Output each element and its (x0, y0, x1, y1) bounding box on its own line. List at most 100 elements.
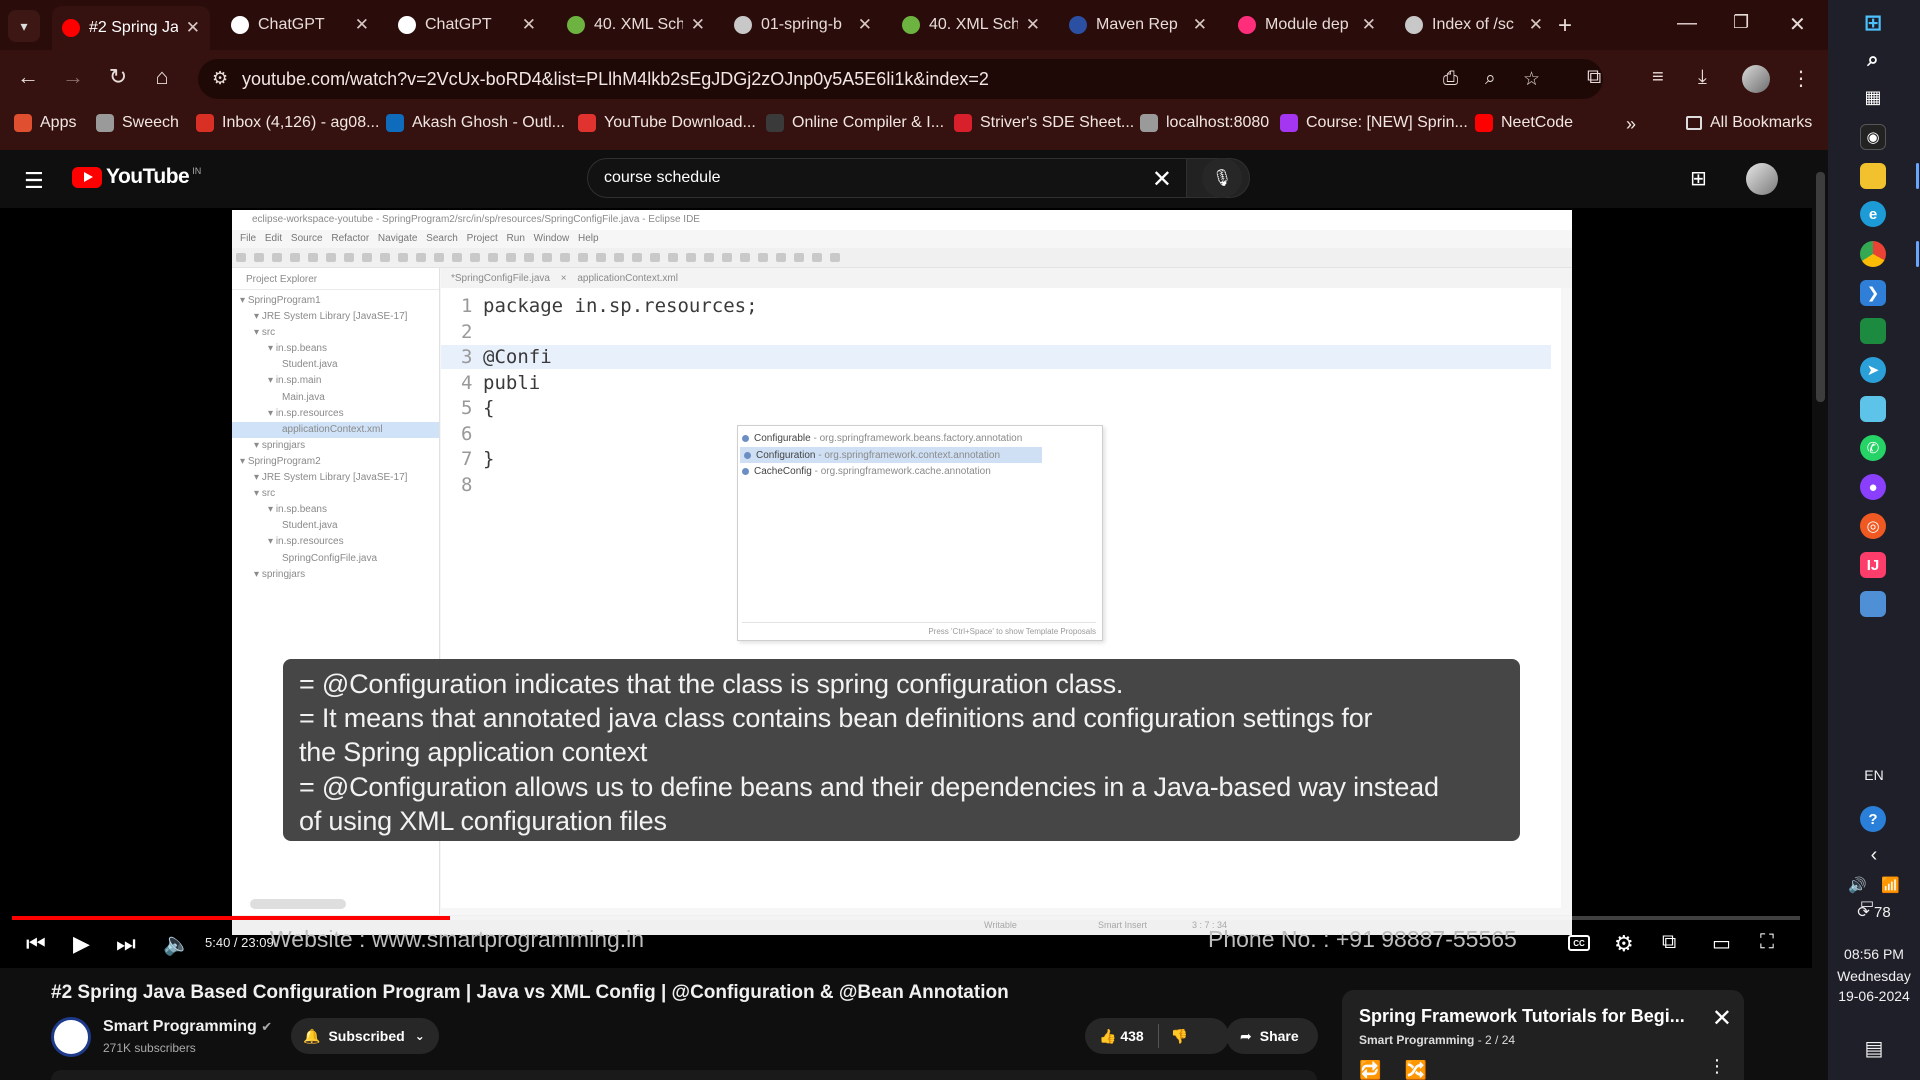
channel-avatar[interactable] (51, 1017, 91, 1057)
chevron-left-icon[interactable]: ‹ (1828, 844, 1920, 867)
close-window-button[interactable]: ✕ (1789, 12, 1806, 37)
bookmark-item[interactable]: Apps (14, 114, 76, 132)
shuffle-icon[interactable]: 🔀 (1404, 1060, 1426, 1080)
voice-search-button[interactable]: 🎙 (1202, 158, 1242, 198)
minimize-button[interactable]: — (1677, 12, 1697, 35)
media-control-icon[interactable]: ≡ (1652, 66, 1664, 89)
close-playlist-icon[interactable]: ✕ (1712, 1004, 1732, 1033)
install-app-icon[interactable]: ⎙ (1443, 68, 1458, 90)
github-icon[interactable]: ● (1860, 474, 1886, 500)
browser-tab[interactable]: #2 Spring Ja ✕ (52, 6, 210, 50)
browser-tab[interactable]: ChatGPT ✕ (221, 6, 379, 44)
windows-start-icon[interactable]: ⊞ (1860, 10, 1886, 36)
whatsapp-icon[interactable]: ✆ (1860, 435, 1886, 461)
profile-avatar[interactable] (1742, 65, 1770, 93)
bookmark-item[interactable]: Sweech (96, 114, 179, 132)
home-icon[interactable]: ⌂ (147, 64, 177, 90)
reload-button[interactable]: ↻ (103, 64, 133, 90)
play-icon[interactable]: ▶ (73, 931, 90, 957)
browser-tab[interactable]: ChatGPT ✕ (388, 6, 546, 44)
clock-time[interactable]: 08:56 PM (1828, 946, 1920, 962)
all-bookmarks-button[interactable]: All Bookmarks (1686, 114, 1812, 132)
vscode-icon[interactable]: ❯ (1860, 280, 1886, 306)
zoom-icon[interactable]: ⌕ (1485, 68, 1496, 90)
forward-button[interactable]: → (58, 64, 88, 90)
notification-center-icon[interactable]: ▤ (1828, 1036, 1920, 1061)
scrollbar-thumb[interactable] (1816, 172, 1825, 402)
subscribed-button[interactable]: 🔔 Subscribed ⌄ (291, 1018, 439, 1054)
subtitles-icon[interactable]: CC (1568, 935, 1590, 951)
more-bookmarks-icon[interactable]: » (1626, 114, 1636, 135)
share-button[interactable]: ➦ Share (1226, 1018, 1318, 1054)
like-button[interactable]: 👍 438 (1085, 1028, 1144, 1045)
app-icon[interactable]: ◎ (1860, 513, 1886, 539)
help-icon[interactable]: ? (1860, 806, 1886, 832)
task-view-icon[interactable]: ▦ (1860, 84, 1886, 110)
file-explorer-icon[interactable] (1860, 163, 1886, 189)
extensions-icon[interactable]: ⧉ (1587, 66, 1601, 89)
clear-search-icon[interactable]: ✕ (1152, 165, 1172, 194)
bookmark-item[interactable]: Online Compiler & I... (766, 114, 944, 132)
close-tab-icon[interactable]: ✕ (1529, 15, 1543, 35)
playlist-more-icon[interactable]: ⋮ (1708, 1056, 1726, 1077)
loop-icon[interactable]: 🔁 (1359, 1060, 1381, 1080)
close-tab-icon[interactable]: ✕ (1362, 15, 1376, 35)
back-button[interactable]: ← (13, 64, 43, 90)
page-scrollbar[interactable] (1812, 150, 1828, 1080)
dislike-button[interactable]: 👎 (1171, 1028, 1188, 1045)
widgets-icon[interactable]: ◉ (1860, 124, 1886, 150)
telegram-icon[interactable]: ➤ (1860, 357, 1886, 383)
create-video-icon[interactable]: ⊞ (1690, 166, 1707, 191)
channel-name[interactable]: Smart Programming ✔ (103, 1018, 272, 1036)
close-tab-icon[interactable]: ✕ (858, 15, 872, 35)
search-box[interactable]: course schedule ✕ (587, 158, 1187, 198)
edge-icon[interactable]: e (1860, 201, 1886, 227)
bookmark-item[interactable]: Inbox (4,126) - ag08... (196, 114, 379, 132)
browser-menu-icon[interactable]: ⋮ (1791, 66, 1811, 91)
close-tab-icon[interactable]: ✕ (1026, 15, 1040, 35)
playlist-channel[interactable]: Smart Programming (1359, 1033, 1474, 1047)
browser-tab[interactable]: 01-spring-b ✕ (724, 6, 882, 44)
search-input[interactable]: course schedule (604, 169, 721, 187)
theater-mode-icon[interactable]: ▭ (1712, 931, 1731, 956)
close-tab-icon[interactable]: ✕ (691, 15, 705, 35)
close-tab-icon[interactable]: ✕ (522, 15, 536, 35)
browser-tab[interactable]: 40. XML Sch ✕ (892, 6, 1050, 44)
hamburger-menu-icon[interactable]: ☰ (24, 168, 44, 194)
volume-icon[interactable]: 🔈 (163, 931, 190, 957)
bookmark-item[interactable]: NeetCode (1475, 114, 1573, 132)
browser-tab[interactable]: Module dep ✕ (1228, 6, 1386, 44)
account-avatar[interactable] (1746, 163, 1778, 195)
close-tab-icon[interactable]: ✕ (186, 18, 200, 38)
tab-search-button[interactable]: ▾ (8, 10, 40, 42)
bookmark-star-icon[interactable]: ☆ (1523, 68, 1540, 91)
intellij-icon[interactable]: IJ (1860, 552, 1886, 578)
browser-tab[interactable]: Maven Rep ✕ (1059, 6, 1217, 44)
site-info-icon[interactable]: ⚙ (212, 68, 228, 89)
video-progress-bar[interactable] (12, 916, 1800, 920)
bookmark-item[interactable]: localhost:8080 (1140, 114, 1269, 132)
photos-icon[interactable] (1860, 591, 1886, 617)
bookmark-item[interactable]: Striver's SDE Sheet... (954, 114, 1134, 132)
address-bar[interactable]: ⚙ youtube.com/watch?v=2VcUx-boRD4&list=P… (198, 59, 1603, 99)
close-tab-icon[interactable]: ✕ (355, 15, 369, 35)
youtube-logo[interactable]: YouTube IN (72, 165, 201, 189)
notification-indicator[interactable]: ⟳ 78 (1828, 903, 1920, 921)
language-indicator[interactable]: EN (1828, 767, 1920, 783)
search-icon[interactable]: ⌕ (1860, 47, 1886, 73)
bookmark-item[interactable]: Course: [NEW] Sprin... (1280, 114, 1468, 132)
restore-button[interactable]: ❐ (1733, 12, 1749, 33)
previous-video-icon[interactable]: ⏮ (26, 931, 46, 957)
notepad-icon[interactable] (1860, 318, 1886, 344)
settings-gear-icon[interactable]: ⚙ (1614, 931, 1634, 957)
miniplayer-icon[interactable]: ⧉ (1662, 931, 1676, 954)
bookmark-item[interactable]: YouTube Download... (578, 114, 756, 132)
chrome-icon[interactable] (1860, 241, 1886, 267)
download-icon[interactable]: ⤓ (1698, 66, 1707, 89)
close-tab-icon[interactable]: ✕ (1193, 15, 1207, 35)
browser-tab[interactable]: Index of /sc ✕ (1395, 6, 1553, 44)
browser-tab[interactable]: 40. XML Sch ✕ (557, 6, 715, 44)
next-video-icon[interactable]: ⏭ (116, 931, 136, 957)
fullscreen-icon[interactable]: ⛶ (1760, 931, 1774, 954)
description-box[interactable] (51, 1070, 1317, 1080)
